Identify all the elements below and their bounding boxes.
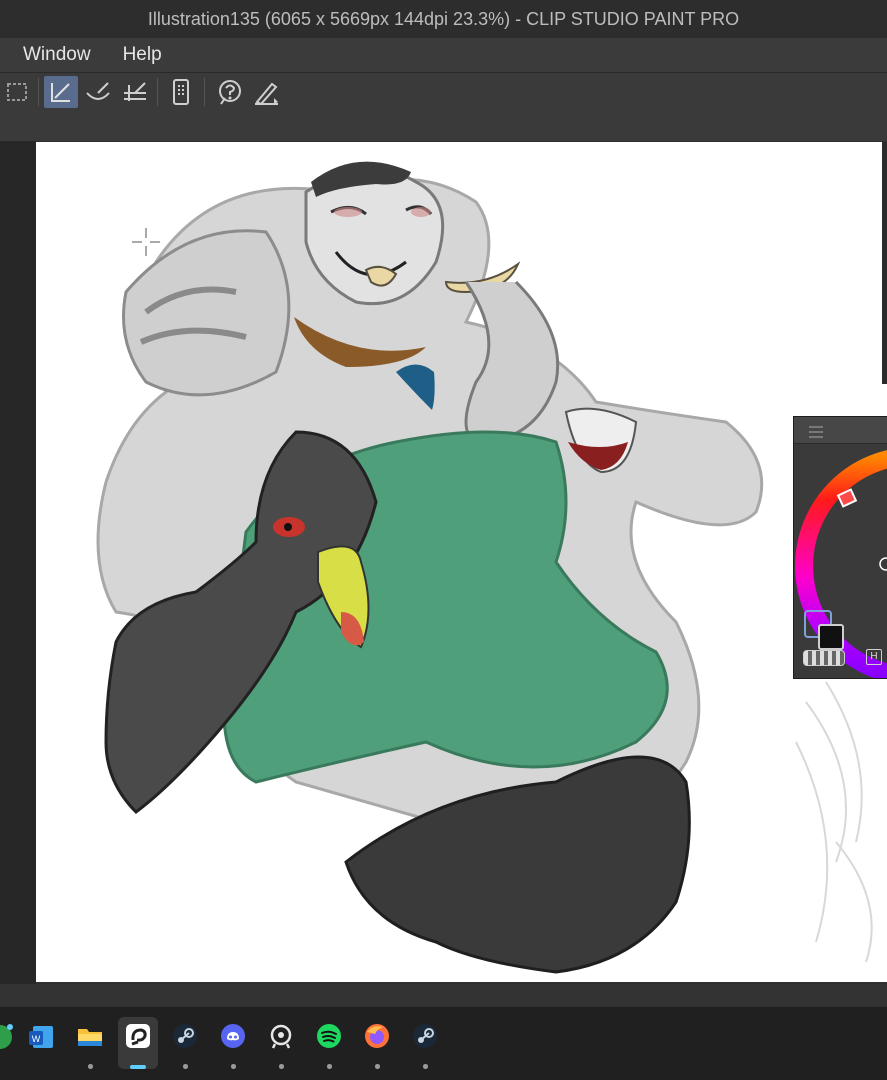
running-indicator (182, 1064, 188, 1069)
chat-app-icon (270, 1024, 292, 1049)
steam-icon (173, 1023, 197, 1048)
draft-layer-button[interactable] (44, 76, 78, 108)
device-button[interactable] (164, 76, 198, 108)
menu-help[interactable]: Help (107, 44, 178, 66)
menu-icon[interactable] (806, 422, 826, 442)
title-bar: Illustration135 (6065 x 5669px 144dpi 23… (0, 0, 887, 38)
ruler-button[interactable] (118, 76, 152, 108)
taskbar-steam-alt[interactable] (405, 1017, 445, 1069)
taskbar-file-explorer[interactable] (70, 1017, 110, 1069)
spotify-icon (317, 1023, 341, 1048)
pen-settings-icon (255, 82, 278, 106)
canvas-left-margin (0, 141, 36, 984)
hsv-label: H (870, 651, 878, 662)
hsv-toggle[interactable]: H (866, 649, 882, 665)
firefox-icon (365, 1023, 389, 1048)
running-indicator (130, 1065, 146, 1069)
running-indicator (230, 1064, 236, 1069)
toolbar-divider (157, 78, 158, 106)
color-wheel-palette[interactable]: H (793, 416, 887, 679)
selection-tool-button[interactable] (0, 76, 34, 108)
brush-stroke-icon (86, 82, 110, 100)
taskbar-firefox[interactable] (357, 1017, 397, 1069)
menu-window[interactable]: Window (0, 44, 107, 66)
taskbar-discord[interactable] (213, 1017, 253, 1069)
clip-studio-icon (126, 1024, 150, 1049)
transparent-color-button[interactable] (803, 650, 845, 666)
sub-color-swatch[interactable] (818, 624, 844, 650)
word-icon: W (29, 1026, 53, 1048)
brush-stroke-button[interactable] (81, 76, 115, 108)
taskbar-steam[interactable] (165, 1017, 205, 1069)
command-bar (0, 72, 887, 112)
running-indicator (278, 1064, 284, 1069)
palette-header (794, 417, 887, 444)
selection-icon (7, 83, 27, 101)
file-explorer-icon (78, 1028, 102, 1046)
svg-text:W: W (32, 1034, 41, 1044)
taskbar-clip-studio[interactable] (118, 1017, 158, 1069)
taskbar-chat-app[interactable] (261, 1017, 301, 1069)
running-indicator (422, 1064, 428, 1069)
menu-bar: Window Help (0, 38, 887, 72)
taskbar-spotify[interactable] (309, 1017, 349, 1069)
toolbar-divider (204, 78, 205, 106)
pen-settings-button[interactable] (249, 76, 283, 108)
app-green-icon (0, 1024, 13, 1049)
running-indicator (326, 1064, 332, 1069)
device-icon (173, 79, 189, 105)
running-indicator (374, 1064, 380, 1069)
taskbar-app-green[interactable] (0, 1017, 20, 1069)
canvas-right-margin (882, 142, 887, 384)
status-strip (0, 984, 887, 1006)
help-button[interactable] (212, 76, 246, 108)
draft-layer-icon (51, 83, 70, 102)
toolbar-divider (38, 78, 39, 106)
discord-icon (221, 1023, 245, 1048)
taskbar-word[interactable]: W (21, 1017, 61, 1069)
help-icon (219, 80, 241, 105)
steam-alt-icon (413, 1023, 437, 1048)
drawing-canvas[interactable] (36, 142, 887, 982)
ruler-icon (124, 82, 146, 101)
os-taskbar: W (0, 1006, 887, 1080)
artwork-illustration (96, 161, 873, 974)
window-title: Illustration135 (6065 x 5669px 144dpi 23… (147, 8, 740, 29)
secondary-toolbar (0, 111, 887, 141)
running-indicator (87, 1064, 93, 1069)
